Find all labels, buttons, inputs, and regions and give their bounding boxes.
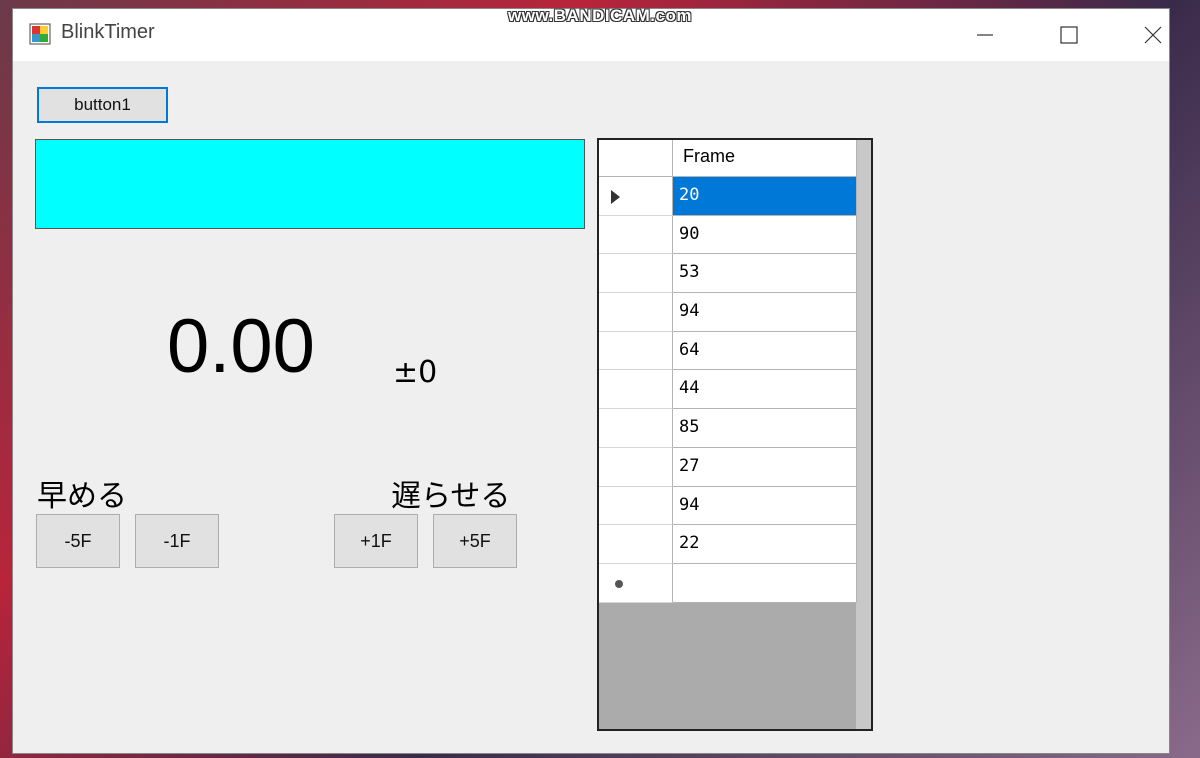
table-row[interactable]: 90 (599, 215, 857, 255)
table-row[interactable]: 64 (599, 331, 857, 371)
frame-cell[interactable]: 53 (673, 254, 857, 294)
table-row[interactable]: 27 (599, 447, 857, 487)
earlier-label: 早める (37, 479, 127, 514)
row-header[interactable] (599, 370, 673, 410)
grid-header: Frame (599, 140, 857, 177)
grid-corner-cell[interactable] (599, 140, 673, 177)
row-header[interactable] (599, 254, 673, 294)
table-row[interactable]: 85 (599, 409, 857, 448)
table-row[interactable]: 20 (599, 177, 857, 216)
app-window: BlinkTimer button1 0.00 ±0 早める 遅らせる -5F … (12, 8, 1170, 754)
current-row-arrow-icon (611, 190, 620, 204)
row-header[interactable] (599, 486, 673, 526)
table-row[interactable]: 22 (599, 525, 857, 564)
plus-1f-button[interactable]: +1F (334, 514, 418, 568)
frame-cell[interactable]: 94 (673, 486, 857, 526)
new-frame-cell[interactable] (673, 563, 857, 603)
table-row[interactable]: 94 (599, 486, 857, 526)
plus-5f-button[interactable]: +5F (433, 514, 517, 568)
frame-cell[interactable]: 94 (673, 293, 857, 332)
frame-data-grid[interactable]: Frame 20 90 53 94 64 44 85 27 94 22 (597, 138, 873, 731)
app-window-icon (29, 23, 51, 45)
row-header[interactable] (599, 331, 673, 371)
table-row[interactable]: 53 (599, 254, 857, 294)
row-header[interactable] (599, 447, 673, 487)
new-row[interactable] (599, 563, 857, 603)
close-icon (1144, 26, 1162, 44)
minus-1f-button[interactable]: -1F (135, 514, 219, 568)
grid-scrollbar[interactable] (856, 140, 871, 729)
button1[interactable]: button1 (37, 87, 168, 123)
later-label: 遅らせる (391, 479, 511, 514)
table-row[interactable]: 44 (599, 370, 857, 410)
offset-display: ±0 (393, 355, 438, 390)
minus-5f-button[interactable]: -5F (36, 514, 120, 568)
frame-cell[interactable]: 44 (673, 370, 857, 410)
row-header[interactable] (599, 563, 673, 603)
row-header[interactable] (599, 177, 673, 216)
bandicam-watermark: www.BANDICAM.com (508, 6, 692, 25)
frame-cell[interactable]: 64 (673, 331, 857, 371)
frame-cell[interactable]: 85 (673, 409, 857, 448)
frame-cell[interactable]: 22 (673, 525, 857, 564)
column-header-frame[interactable]: Frame (673, 140, 857, 177)
frame-cell[interactable]: 27 (673, 447, 857, 487)
row-header[interactable] (599, 293, 673, 332)
timer-display: 0.00 (167, 304, 315, 389)
new-row-icon (615, 579, 623, 588)
blink-indicator-panel (35, 139, 585, 229)
row-header[interactable] (599, 409, 673, 448)
grid-rows: 20 90 53 94 64 44 85 27 94 22 (599, 177, 857, 603)
row-header[interactable] (599, 215, 673, 255)
frame-cell[interactable]: 90 (673, 215, 857, 255)
row-header[interactable] (599, 525, 673, 564)
table-row[interactable]: 94 (599, 293, 857, 332)
frame-cell[interactable]: 20 (673, 177, 857, 216)
minimize-icon (977, 34, 993, 36)
maximize-icon (1060, 26, 1078, 44)
